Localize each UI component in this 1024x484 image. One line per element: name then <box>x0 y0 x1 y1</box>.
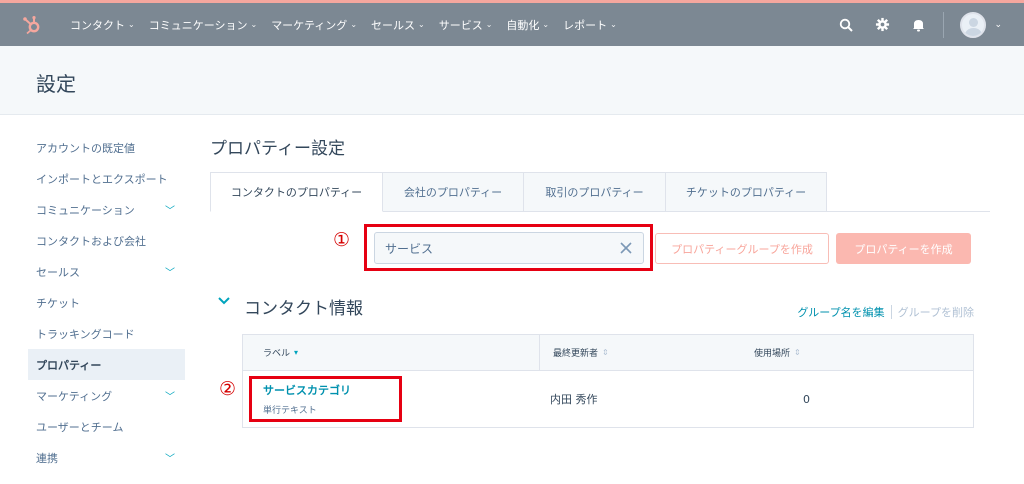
sidebar-item-users-teams[interactable]: ユーザーとチーム <box>28 411 185 442</box>
chevron-down-icon[interactable] <box>217 296 231 306</box>
column-header-text: 最終更新者 <box>553 349 599 359</box>
column-header-text: 使用場所 <box>754 349 791 359</box>
sidebar-item-integrations[interactable]: 連携 ﹀ <box>28 442 185 473</box>
sidebar-item-label: インポートとエクスポート <box>36 172 168 186</box>
group-actions: グループ名を編集 グループを削除 <box>797 304 974 320</box>
chevron-down-icon: ﹀ <box>165 392 175 403</box>
tab-label: コンタクトのプロパティー <box>230 186 363 199</box>
avatar[interactable] <box>960 11 987 38</box>
nav-label: セールス <box>371 18 416 32</box>
delete-group-link[interactable]: グループを削除 <box>898 304 974 320</box>
tab-label: チケットのプロパティー <box>685 186 807 199</box>
annotation-number-1: ① <box>333 229 351 251</box>
chevron-down-icon: ⌄ <box>250 20 258 29</box>
main-nav: コンタクト ⌄ コミュニケーション ⌄ マーケティング ⌄ セールス ⌄ サービス ⌄ 自… <box>70 17 631 33</box>
tab-ticket-properties[interactable]: チケットのプロパティー <box>666 172 827 212</box>
search-input-value: サービス <box>385 241 434 256</box>
chevron-down-icon: ﹀ <box>165 454 175 465</box>
table-cell-used-in: 0 <box>803 392 810 406</box>
nav-label: マーケティング <box>271 18 348 32</box>
gear-icon[interactable] <box>873 16 891 34</box>
column-header-updated-by[interactable]: 最終更新者 ⇕ <box>540 335 750 370</box>
chevron-down-icon: ⌄ <box>128 20 135 29</box>
sidebar-item-label: セールス <box>36 265 80 279</box>
tab-label: 取引のプロパティー <box>545 186 644 199</box>
sort-icon: ▾ <box>294 348 299 357</box>
nav-label: コンタクト <box>70 18 125 32</box>
chevron-down-icon[interactable]: ⌄ <box>994 20 1002 30</box>
nav-label: レポート <box>563 18 608 32</box>
sidebar-item-account-defaults[interactable]: アカウントの既定値 <box>28 132 185 163</box>
sidebar-item-label: マーケティング <box>36 389 113 403</box>
search-icon[interactable] <box>837 16 855 34</box>
divider <box>943 11 945 38</box>
top-right-icons: ⌄ <box>819 3 1002 46</box>
chevron-down-icon: ⌄ <box>418 20 425 29</box>
nav-automation[interactable]: 自動化 ⌄ <box>506 17 549 33</box>
chevron-down-icon: ﹀ <box>165 268 175 279</box>
annotation-highlight-box <box>249 376 402 422</box>
page-header: 設定 <box>0 46 1024 115</box>
chevron-down-icon: ⌄ <box>610 20 617 29</box>
sidebar-item-label: コンタクトおよび会社 <box>36 234 146 248</box>
nav-sales[interactable]: セールス ⌄ <box>371 17 425 33</box>
sidebar-item-label: プロパティー <box>36 358 102 372</box>
nav-contacts[interactable]: コンタクト ⌄ <box>70 17 135 33</box>
create-property-group-button[interactable]: プロパティーグループを作成 <box>655 233 829 264</box>
nav-communication[interactable]: コミュニケーション ⌄ <box>149 17 257 33</box>
sidebar-item-label: コミュニケーション <box>36 203 135 217</box>
create-property-button[interactable]: プロパティーを作成 <box>836 233 971 264</box>
sidebar-item-marketing[interactable]: マーケティング ﹀ <box>28 380 185 411</box>
chevron-down-icon: ⌄ <box>350 20 358 29</box>
sidebar-item-tracking-code[interactable]: トラッキングコード <box>28 318 185 349</box>
bell-icon[interactable] <box>909 16 927 34</box>
tab-deal-properties[interactable]: 取引のプロパティー <box>524 172 666 212</box>
group-title: コンタクト情報 <box>244 299 363 319</box>
edit-group-name-link[interactable]: グループ名を編集 <box>797 304 884 320</box>
sort-icon: ⇕ <box>794 348 801 357</box>
sidebar-item-label: 連携 <box>36 451 58 465</box>
chevron-down-icon: ⌄ <box>485 20 493 29</box>
tab-label: 会社のプロパティー <box>403 186 503 199</box>
divider <box>890 305 892 319</box>
top-navigation-bar: コンタクト ⌄ コミュニケーション ⌄ マーケティング ⌄ セールス ⌄ サービス ⌄ 自… <box>0 0 1024 46</box>
sidebar-item-label: アカウントの既定値 <box>36 141 135 155</box>
sidebar-item-label: ユーザーとチーム <box>36 420 124 434</box>
sidebar-item-label: チケット <box>36 296 80 310</box>
nav-label: 自動化 <box>506 18 540 32</box>
column-header-label[interactable]: ラベル ▾ <box>243 335 540 370</box>
page-title: 設定 <box>36 72 76 96</box>
sidebar-item-contacts-companies[interactable]: コンタクトおよび会社 <box>28 225 185 256</box>
close-icon[interactable] <box>619 241 633 255</box>
chevron-down-icon: ﹀ <box>165 206 175 217</box>
tab-company-properties[interactable]: 会社のプロパティー <box>383 172 524 212</box>
sidebar-item-label: トラッキングコード <box>36 327 135 341</box>
nav-marketing[interactable]: マーケティング ⌄ <box>271 17 357 33</box>
nav-service[interactable]: サービス ⌄ <box>439 17 493 33</box>
nav-reports[interactable]: レポート ⌄ <box>563 17 617 33</box>
table-header: ラベル ▾ 最終更新者 ⇕ 使用場所 ⇕ <box>243 335 973 371</box>
search-input[interactable]: サービス <box>374 232 644 264</box>
annotation-number-2: ② <box>219 378 237 400</box>
column-header-text: ラベル <box>263 349 291 359</box>
property-tabs: コンタクトのプロパティー 会社のプロパティー 取引のプロパティー チケットのプロ… <box>210 172 990 212</box>
sidebar-item-properties[interactable]: プロパティー <box>28 349 185 380</box>
settings-sidebar: アカウントの既定値 インポートとエクスポート コミュニケーション ﹀ コンタクトお… <box>28 132 185 473</box>
nav-label: サービス <box>438 18 483 32</box>
chevron-down-icon: ⌄ <box>542 20 550 29</box>
sidebar-item-import-export[interactable]: インポートとエクスポート <box>28 163 185 194</box>
column-header-used-in[interactable]: 使用場所 ⇕ <box>750 335 801 370</box>
sidebar-item-sales[interactable]: セールス ﹀ <box>28 256 185 287</box>
table-cell-updated-by: 内田 秀作 <box>550 393 598 406</box>
sort-icon: ⇕ <box>602 348 609 357</box>
sidebar-item-communication[interactable]: コミュニケーション ﹀ <box>28 194 185 225</box>
section-title: プロパティー設定 <box>210 139 345 159</box>
hubspot-logo-icon[interactable] <box>22 5 62 45</box>
sidebar-item-tickets[interactable]: チケット <box>28 287 185 318</box>
nav-label: コミュニケーション <box>148 18 248 32</box>
tab-contact-properties[interactable]: コンタクトのプロパティー <box>210 172 383 212</box>
